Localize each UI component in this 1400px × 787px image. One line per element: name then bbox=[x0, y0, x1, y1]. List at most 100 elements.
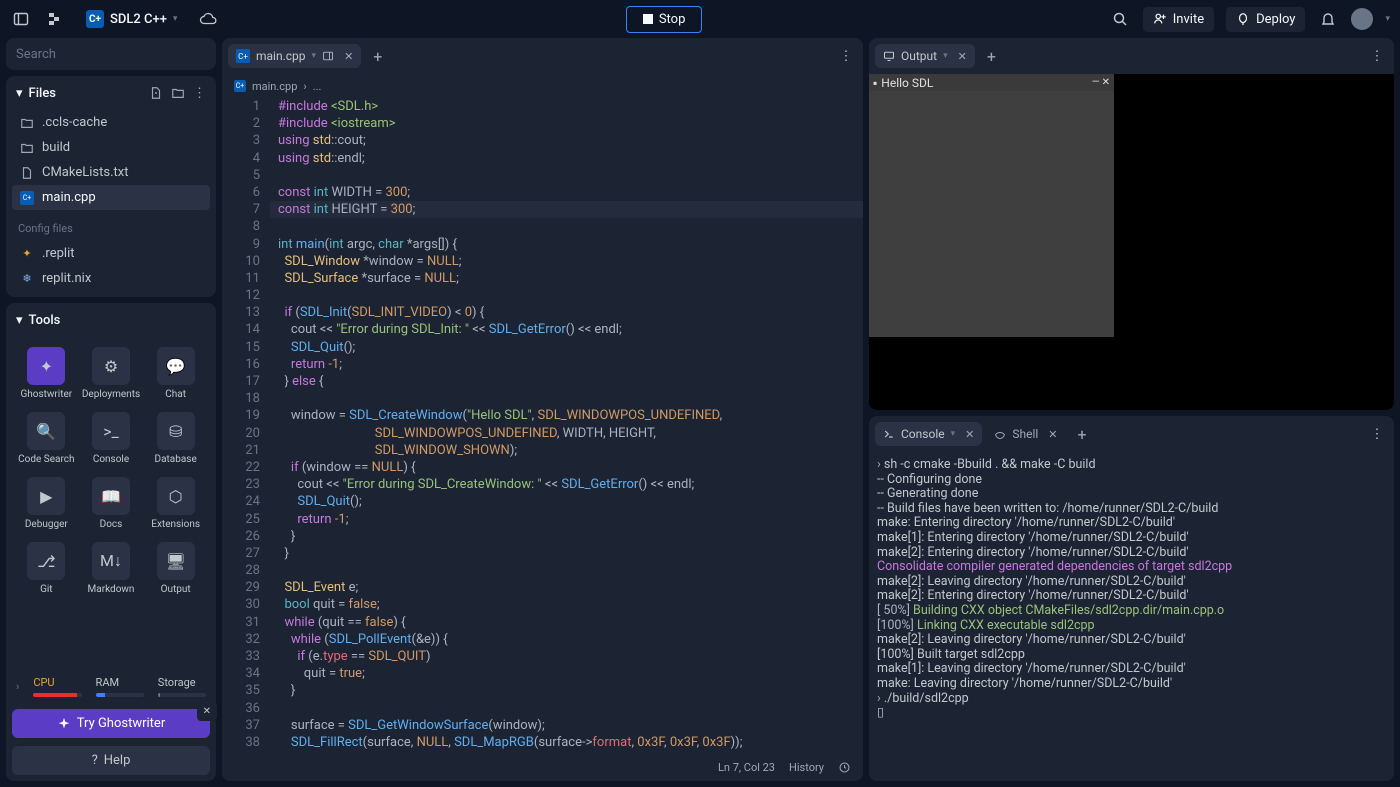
tool-icon: ⛁ bbox=[157, 412, 195, 450]
tools-panel: ▾ Tools ✦Ghostwriter⚙Deployments💬Chat 🔍Co… bbox=[6, 303, 216, 781]
output-panel: Output ▾ ✕ + ⋮ ▪ Hello SDL — ✕ bbox=[869, 38, 1394, 410]
project-selector[interactable]: C+ SDL2 C++ ▾ bbox=[78, 7, 185, 31]
avatar[interactable] bbox=[1351, 8, 1373, 30]
search-input[interactable]: Search bbox=[6, 38, 216, 70]
chevron-down-icon: ▾ bbox=[951, 429, 956, 439]
tool-console[interactable]: >_Console bbox=[79, 406, 144, 471]
tool-deployments[interactable]: ⚙Deployments bbox=[79, 341, 144, 406]
close-icon[interactable]: ✕ bbox=[197, 702, 217, 721]
output-tab[interactable]: Output ▾ ✕ bbox=[875, 44, 975, 68]
more-icon[interactable]: ⋮ bbox=[193, 86, 206, 101]
file-item[interactable]: ❄replit.nix bbox=[12, 266, 210, 291]
help-button[interactable]: ? Help bbox=[12, 746, 210, 775]
history-icon[interactable] bbox=[838, 761, 851, 774]
shell-icon bbox=[994, 428, 1006, 440]
chevron-down-icon: ▾ bbox=[312, 51, 317, 61]
status-bar: Ln 7, Col 23 History bbox=[222, 753, 863, 781]
more-icon[interactable]: ⋮ bbox=[1366, 423, 1388, 445]
cpp-icon: C+ bbox=[86, 10, 104, 28]
tool-output[interactable]: 🖥Output bbox=[143, 536, 208, 601]
chevron-down-icon: ▾ bbox=[943, 51, 948, 61]
console-output[interactable]: › sh -c cmake -Bbuild . && make -C build… bbox=[869, 452, 1394, 781]
cpp-icon: C+ bbox=[234, 80, 246, 92]
folder-icon bbox=[20, 116, 34, 130]
tool-icon: 💬 bbox=[157, 347, 195, 385]
tool-debugger[interactable]: ▶Debugger bbox=[14, 471, 79, 536]
tool-markdown[interactable]: M↓Markdown bbox=[79, 536, 144, 601]
invite-label: Invite bbox=[1173, 12, 1204, 27]
shell-tab[interactable]: Shell ✕ bbox=[986, 422, 1065, 446]
minimize-icon[interactable]: — bbox=[1092, 77, 1100, 88]
shell-tab-label: Shell bbox=[1012, 427, 1038, 441]
tool-icon: 📖 bbox=[92, 477, 130, 515]
code-editor[interactable]: 1234567891011121314151617181920212223242… bbox=[222, 98, 863, 753]
tool-git[interactable]: ⎇Git bbox=[14, 536, 79, 601]
tool-icon: ▶ bbox=[27, 477, 65, 515]
console-tab-label: Console bbox=[901, 427, 945, 441]
resources-bar[interactable]: › CPU RAM Storage bbox=[6, 670, 216, 703]
config-files-label: Config files bbox=[6, 216, 216, 241]
tool-icon: ✦ bbox=[27, 347, 65, 385]
more-icon[interactable]: ⋮ bbox=[835, 45, 857, 67]
close-icon[interactable]: ✕ bbox=[1044, 428, 1057, 441]
editor-tab-main[interactable]: C+ main.cpp ▾ ✕ bbox=[228, 44, 361, 68]
tool-chat[interactable]: 💬Chat bbox=[143, 341, 208, 406]
tool-docs[interactable]: 📖Docs bbox=[79, 471, 144, 536]
close-icon[interactable]: ✕ bbox=[961, 428, 974, 441]
new-tab-button[interactable]: + bbox=[979, 43, 1004, 70]
tool-ghostwriter[interactable]: ✦Ghostwriter bbox=[14, 341, 79, 406]
tool-code-search[interactable]: 🔍Code Search bbox=[14, 406, 79, 471]
more-icon[interactable]: ⋮ bbox=[1366, 45, 1388, 67]
new-tab-button[interactable]: + bbox=[365, 43, 390, 70]
console-tab[interactable]: Console ▾ ✕ bbox=[875, 422, 982, 446]
file-icon bbox=[20, 166, 34, 180]
try-ghostwriter-button[interactable]: Try Ghostwriter bbox=[12, 709, 210, 738]
chevron-down-icon: ▾ bbox=[173, 14, 178, 24]
tool-icon: >_ bbox=[92, 412, 130, 450]
file-item[interactable]: build bbox=[12, 135, 210, 160]
invite-button[interactable]: Invite bbox=[1143, 7, 1214, 32]
sdl-canvas bbox=[869, 91, 1114, 337]
sidebar: Search ▾ Files ⋮ .ccls-cachebuildCMakeLi… bbox=[6, 38, 216, 781]
file-item[interactable]: CMakeLists.txt bbox=[12, 160, 210, 185]
tool-database[interactable]: ⛁Database bbox=[143, 406, 208, 471]
stop-label: Stop bbox=[659, 12, 686, 27]
sidebar-icon[interactable] bbox=[322, 50, 334, 62]
file-item[interactable]: .ccls-cache bbox=[12, 110, 210, 135]
sdl-window: ▪ Hello SDL — ✕ bbox=[869, 74, 1114, 337]
new-file-icon[interactable] bbox=[149, 86, 163, 101]
panel-toggle-icon[interactable] bbox=[10, 8, 32, 30]
config-icon: ✦ bbox=[20, 247, 34, 261]
tool-icon: ⬡ bbox=[157, 477, 195, 515]
cpp-icon: C+ bbox=[236, 49, 250, 63]
deploy-button[interactable]: Deploy bbox=[1226, 7, 1305, 32]
search-icon[interactable] bbox=[1109, 8, 1131, 30]
ram-label: RAM bbox=[96, 676, 144, 689]
chevron-down-icon: ▾ bbox=[16, 86, 23, 101]
close-icon[interactable]: ✕ bbox=[340, 50, 353, 63]
new-tab-button[interactable]: + bbox=[1070, 421, 1095, 448]
tool-icon: 🖥 bbox=[157, 542, 195, 580]
output-viewport[interactable]: ▪ Hello SDL — ✕ bbox=[869, 74, 1394, 410]
breadcrumb[interactable]: C+ main.cpp › ... bbox=[222, 74, 863, 98]
new-folder-icon[interactable] bbox=[171, 86, 185, 101]
close-icon[interactable]: ✕ bbox=[1102, 77, 1110, 88]
files-toggle[interactable]: ▾ Files bbox=[16, 86, 56, 101]
deploy-label: Deploy bbox=[1256, 12, 1295, 27]
stop-button[interactable]: Stop bbox=[626, 6, 703, 33]
rocket-icon bbox=[1236, 12, 1250, 26]
close-icon[interactable]: ✕ bbox=[954, 50, 967, 63]
bell-icon[interactable] bbox=[1317, 8, 1339, 30]
terminal-icon bbox=[883, 428, 895, 440]
chevron-down-icon[interactable]: ▾ bbox=[1385, 14, 1390, 24]
history-button[interactable]: History bbox=[789, 761, 824, 774]
sdl-window-title: Hello SDL bbox=[877, 76, 1092, 90]
tool-icon: M↓ bbox=[92, 542, 130, 580]
file-item[interactable]: C+main.cpp bbox=[12, 185, 210, 210]
tools-toggle[interactable]: ▾ Tools bbox=[16, 313, 60, 328]
tool-extensions[interactable]: ⬡Extensions bbox=[143, 471, 208, 536]
output-tab-label: Output bbox=[901, 49, 937, 63]
replit-logo-icon[interactable] bbox=[44, 8, 66, 30]
file-item[interactable]: ✦.replit bbox=[12, 241, 210, 266]
cloud-status-icon[interactable] bbox=[197, 8, 219, 30]
